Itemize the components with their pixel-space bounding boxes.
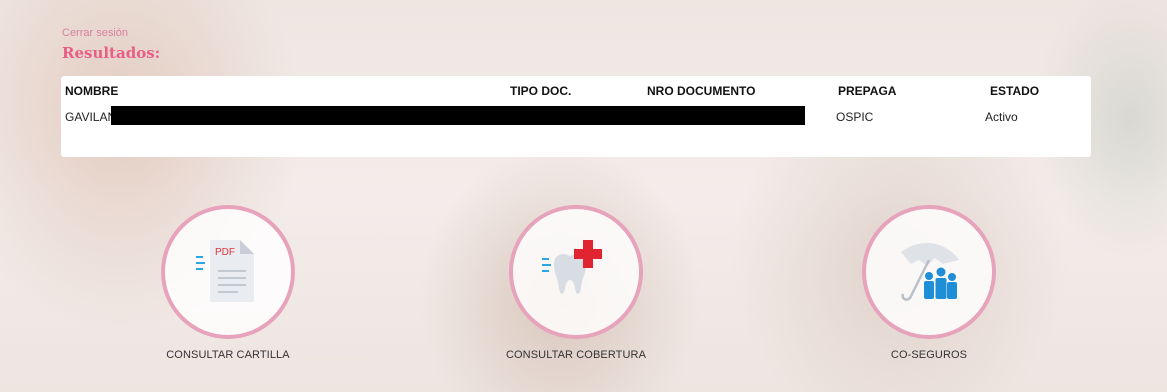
- umbrella-family-icon: [889, 230, 969, 315]
- cell-prepaga: OSPIC: [836, 110, 874, 124]
- co-seguros-button[interactable]: [862, 205, 996, 339]
- page-title: Resultados:: [62, 44, 161, 62]
- consultar-cobertura-label: CONSULTAR COBERTURA: [505, 349, 647, 361]
- consultar-cartilla-tile[interactable]: PDF CONSULTAR CARTILLA: [148, 205, 308, 361]
- pdf-document-icon: PDF: [188, 230, 268, 315]
- co-seguros-tile[interactable]: CO-SEGUROS: [849, 205, 1009, 361]
- logout-link[interactable]: Cerrar sesión: [62, 27, 128, 39]
- svg-text:PDF: PDF: [215, 247, 235, 258]
- column-header-nro-documento: NRO DOCUMENTO: [647, 84, 756, 98]
- column-header-nombre: NOMBRE: [65, 84, 119, 98]
- co-seguros-label: CO-SEGUROS: [890, 349, 968, 361]
- cell-nombre: GAVILAN: [65, 110, 117, 124]
- column-header-tipo-doc: TIPO DOC.: [510, 84, 572, 98]
- column-header-estado: ESTADO: [990, 84, 1040, 98]
- consultar-cartilla-button[interactable]: PDF: [161, 205, 295, 339]
- cell-estado: Activo: [985, 110, 1018, 124]
- column-header-prepaga: PREPAGA: [838, 84, 897, 98]
- results-table: NOMBRE TIPO DOC. NRO DOCUMENTO PREPAGA E…: [61, 76, 1091, 157]
- consultar-cobertura-button[interactable]: [509, 205, 643, 339]
- consultar-cartilla-label: CONSULTAR CARTILLA: [166, 349, 290, 361]
- consultar-cobertura-tile[interactable]: CONSULTAR COBERTURA: [496, 205, 656, 361]
- tooth-cross-icon: [536, 230, 616, 315]
- redaction-bar: [111, 106, 805, 125]
